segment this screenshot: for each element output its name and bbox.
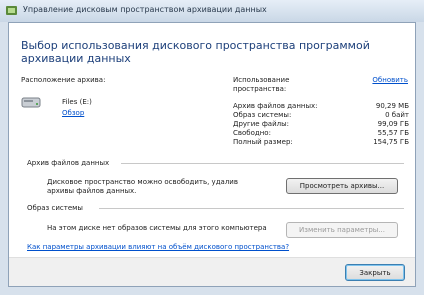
page-heading: Выбор использования дискового пространст… [21, 39, 370, 65]
dialog-window: Управление дисковым пространством архива… [0, 0, 424, 295]
system-image-section-title: Образ системы [27, 204, 83, 212]
stat-label: Образ системы: [233, 111, 292, 119]
stat-value: 90,29 МБ [375, 102, 409, 110]
change-settings-button[interactable]: Изменить параметры... [286, 222, 398, 238]
usage-label: Использование пространства: [233, 76, 290, 93]
stat-value: 0 байт [385, 111, 409, 119]
title-bar[interactable]: Управление дисковым пространством архива… [0, 0, 424, 22]
stat-row-system-image: Образ системы: 0 байт [233, 111, 409, 120]
refresh-link[interactable]: Обновить [372, 76, 408, 84]
stat-label: Свободно: [233, 129, 271, 137]
location-label: Расположение архива: [21, 76, 106, 84]
footer-bar: Закрыть [9, 257, 415, 286]
backup-app-icon [6, 6, 17, 15]
dialog-content: Выбор использования дискового пространст… [8, 22, 416, 287]
close-button[interactable]: Закрыть [345, 264, 405, 281]
system-image-description: На этом диске нет образов системы для эт… [47, 224, 267, 232]
usage-stats: Архив файлов данных: 90,29 МБ Образ сист… [233, 102, 409, 147]
stat-row-data-archive: Архив файлов данных: 90,29 МБ [233, 102, 409, 111]
section-divider [99, 208, 404, 209]
browse-link[interactable]: Обзор [62, 109, 84, 117]
drive-icon [21, 97, 41, 108]
data-archive-section-title: Архив файлов данных [27, 159, 110, 167]
stat-row-other-files: Другие файлы: 99,09 ГБ [233, 120, 409, 129]
stat-row-total: Полный размер: 154,75 ГБ [233, 138, 409, 147]
data-archive-description: Дисковое пространство можно освободить, … [47, 178, 238, 195]
section-divider [121, 163, 404, 164]
stat-row-free: Свободно: 55,57 ГБ [233, 129, 409, 138]
stat-value: 154,75 ГБ [373, 138, 409, 146]
view-archives-button[interactable]: Просмотреть архивы... [286, 178, 398, 194]
window-title: Управление дисковым пространством архива… [23, 5, 267, 14]
stat-value: 99,09 ГБ [377, 120, 409, 128]
stat-label: Другие файлы: [233, 120, 289, 128]
help-link[interactable]: Как параметры архивации влияют на объём … [27, 243, 289, 251]
stat-value: 55,57 ГБ [377, 129, 409, 137]
stat-label: Архив файлов данных: [233, 102, 318, 110]
stat-label: Полный размер: [233, 138, 293, 146]
drive-name: Files (E:) [62, 98, 92, 106]
